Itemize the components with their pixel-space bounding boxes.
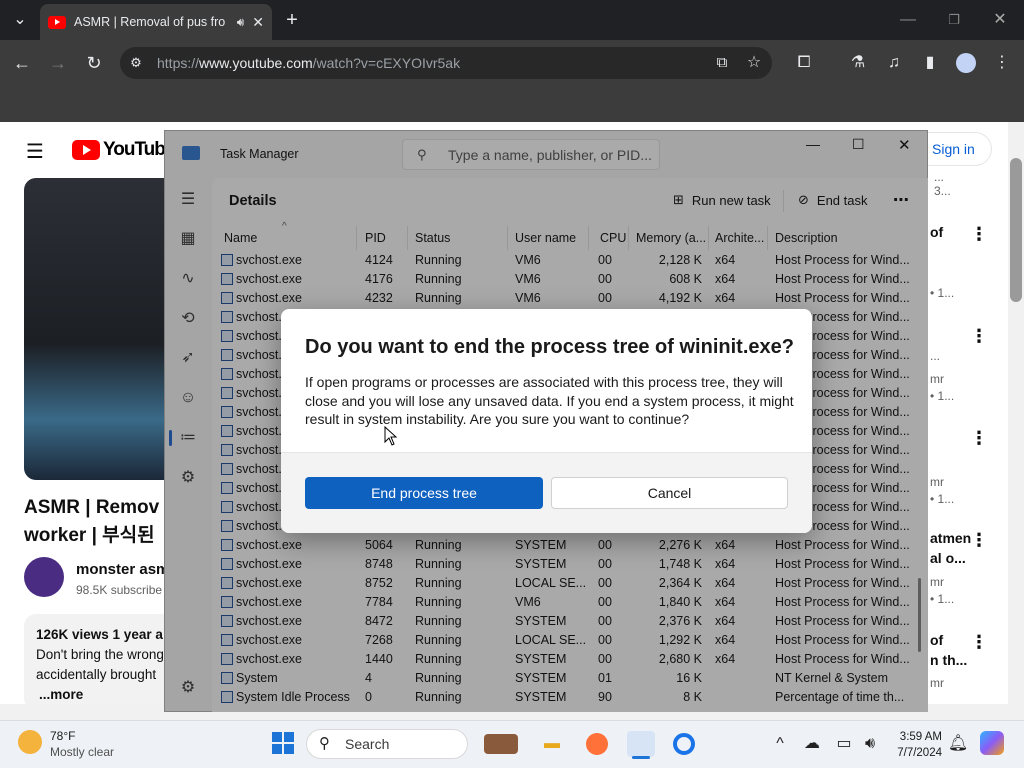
- channel-name[interactable]: monster asm: [76, 561, 166, 578]
- file-explorer-icon[interactable]: ▬: [540, 732, 564, 756]
- dialog-title: Do you want to end the process tree of w…: [305, 336, 794, 358]
- description-box[interactable]: 126K views 1 year a Don't bring the wron…: [24, 614, 166, 710]
- video-player[interactable]: [24, 178, 166, 480]
- video-title-line-1: ASMR | Remov: [24, 497, 160, 518]
- description-line-2: accidentally brought: [36, 667, 157, 682]
- new-tab-icon[interactable]: +: [282, 10, 302, 30]
- related-snippet: mr: [930, 575, 944, 589]
- hamburger-menu-icon[interactable]: ☰: [26, 139, 44, 164]
- bookmark-bar: [0, 86, 1024, 122]
- system-tray-chevron-icon[interactable]: ^: [768, 732, 792, 756]
- media-control-icon[interactable]: ♫: [884, 53, 904, 73]
- more-options-icon[interactable]: ⋮: [970, 632, 988, 653]
- browser-tab[interactable]: ASMR | Removal of pus fro 🔊︎ ✕: [40, 4, 272, 40]
- restore-icon[interactable]: ❐: [944, 10, 964, 30]
- window-close-icon[interactable]: ✕: [990, 10, 1010, 30]
- channel-avatar[interactable]: [24, 557, 64, 597]
- tab-close-icon[interactable]: ✕: [252, 14, 264, 31]
- related-snippet: mr: [930, 372, 944, 386]
- weather-description[interactable]: Mostly clear: [50, 745, 114, 759]
- url-host: www.youtube.com: [199, 55, 313, 71]
- video-title-line-2: worker | 부식된: [24, 525, 155, 546]
- cancel-label: Cancel: [647, 485, 692, 501]
- end-process-tree-button[interactable]: End process tree: [305, 477, 543, 509]
- extensions-icon[interactable]: ⧠: [794, 53, 814, 73]
- more-options-icon[interactable]: ⋮: [970, 530, 988, 551]
- url-prefix: https://: [157, 55, 200, 71]
- weather-temperature[interactable]: 78°F: [50, 729, 75, 743]
- page-scrollbar-thumb[interactable]: [1010, 158, 1022, 302]
- notifications-bell-icon[interactable]: 🔔︎: [946, 732, 970, 756]
- search-highlight-image[interactable]: [484, 734, 518, 754]
- related-snippet: ...: [930, 349, 941, 363]
- description-line-1: Don't bring the wrong: [36, 647, 164, 662]
- sign-in-button[interactable]: Sign in: [920, 132, 992, 166]
- display-icon[interactable]: ▭: [832, 732, 856, 756]
- clock-time: 3:59 AM: [899, 731, 942, 743]
- labs-icon[interactable]: ⚗: [848, 53, 868, 73]
- related-snippet: • 1...: [930, 492, 955, 506]
- copilot-icon[interactable]: [980, 731, 1004, 755]
- address-bar[interactable]: https://www.youtube.com/watch?v=cEXYOIvr…: [120, 47, 772, 79]
- video-title: ASMR | Remov worker | 부식된: [24, 494, 164, 550]
- related-snippet[interactable]: n th...: [930, 652, 967, 668]
- related-snippet: ...: [934, 170, 945, 184]
- sound-icon[interactable]: 🔊︎: [858, 732, 882, 756]
- taskbar-search[interactable]: ⚲ Search: [306, 729, 468, 759]
- sign-in-label: Sign in: [932, 141, 975, 157]
- speaker-icon[interactable]: 🔊︎: [237, 15, 245, 30]
- back-icon[interactable]: ←: [12, 53, 32, 73]
- start-button-icon[interactable]: [272, 732, 294, 754]
- more-options-icon[interactable]: ⋮: [970, 428, 988, 449]
- related-snippet: • 1...: [930, 592, 955, 606]
- chrome-icon[interactable]: [673, 733, 695, 755]
- related-snippet[interactable]: of: [930, 224, 943, 240]
- more-options-icon[interactable]: ⋮: [970, 326, 988, 347]
- install-app-icon[interactable]: ⧉: [712, 53, 732, 73]
- taskbar-clock[interactable]: 3:59 AM 7/7/2024: [890, 729, 942, 761]
- network-icon[interactable]: ☁: [800, 732, 824, 756]
- related-snippet: mr: [930, 676, 944, 690]
- minimize-icon[interactable]: —: [898, 10, 918, 30]
- more-options-icon[interactable]: ⋮: [970, 224, 988, 245]
- taskbar-search-icon: ⚲: [319, 735, 330, 752]
- youtube-favicon-icon: [48, 15, 66, 29]
- tab-title: ASMR | Removal of pus fro: [74, 15, 226, 29]
- reload-icon[interactable]: ↻: [84, 53, 104, 73]
- profile-avatar[interactable]: [956, 53, 976, 73]
- cancel-button[interactable]: Cancel: [551, 477, 788, 509]
- side-panel-icon[interactable]: ▮: [920, 53, 940, 73]
- task-manager-taskbar-icon[interactable]: [627, 731, 655, 757]
- weather-moon-icon[interactable]: [18, 730, 42, 754]
- dialog-message: If open programs or processes are associ…: [305, 374, 794, 427]
- clock-date: 7/7/2024: [897, 747, 942, 759]
- related-snippet: mr: [930, 475, 944, 489]
- browser-menu-icon[interactable]: ⋮: [992, 53, 1012, 73]
- firefox-icon[interactable]: [586, 733, 608, 755]
- youtube-play-icon: [72, 140, 100, 160]
- related-snippet[interactable]: of: [930, 632, 943, 648]
- related-snippet: • 1...: [930, 389, 955, 403]
- mouse-cursor-icon: [384, 426, 398, 446]
- forward-icon[interactable]: →: [48, 53, 68, 73]
- related-snippet[interactable]: al o...: [930, 550, 966, 566]
- more-link[interactable]: ...more: [36, 685, 166, 705]
- taskbar-search-label: Search: [345, 736, 390, 752]
- url-path: /watch?v=cEXYOIvr5ak: [312, 55, 461, 71]
- related-snippet: • 1...: [930, 286, 955, 300]
- related-snippet: 3...: [934, 184, 951, 198]
- subscriber-count: 98.5K subscribe: [76, 583, 163, 597]
- end-process-tree-label: End process tree: [371, 485, 477, 501]
- view-count: 126K views 1 year a: [36, 627, 163, 642]
- youtube-logo[interactable]: YouTube: [72, 139, 175, 161]
- related-snippet[interactable]: atmen: [930, 530, 971, 546]
- tab-search-chevron-icon[interactable]: ⌄: [10, 10, 30, 30]
- bookmark-star-icon[interactable]: ☆: [744, 53, 764, 73]
- site-info-icon[interactable]: ⚙: [128, 53, 144, 73]
- active-app-indicator: [632, 756, 650, 759]
